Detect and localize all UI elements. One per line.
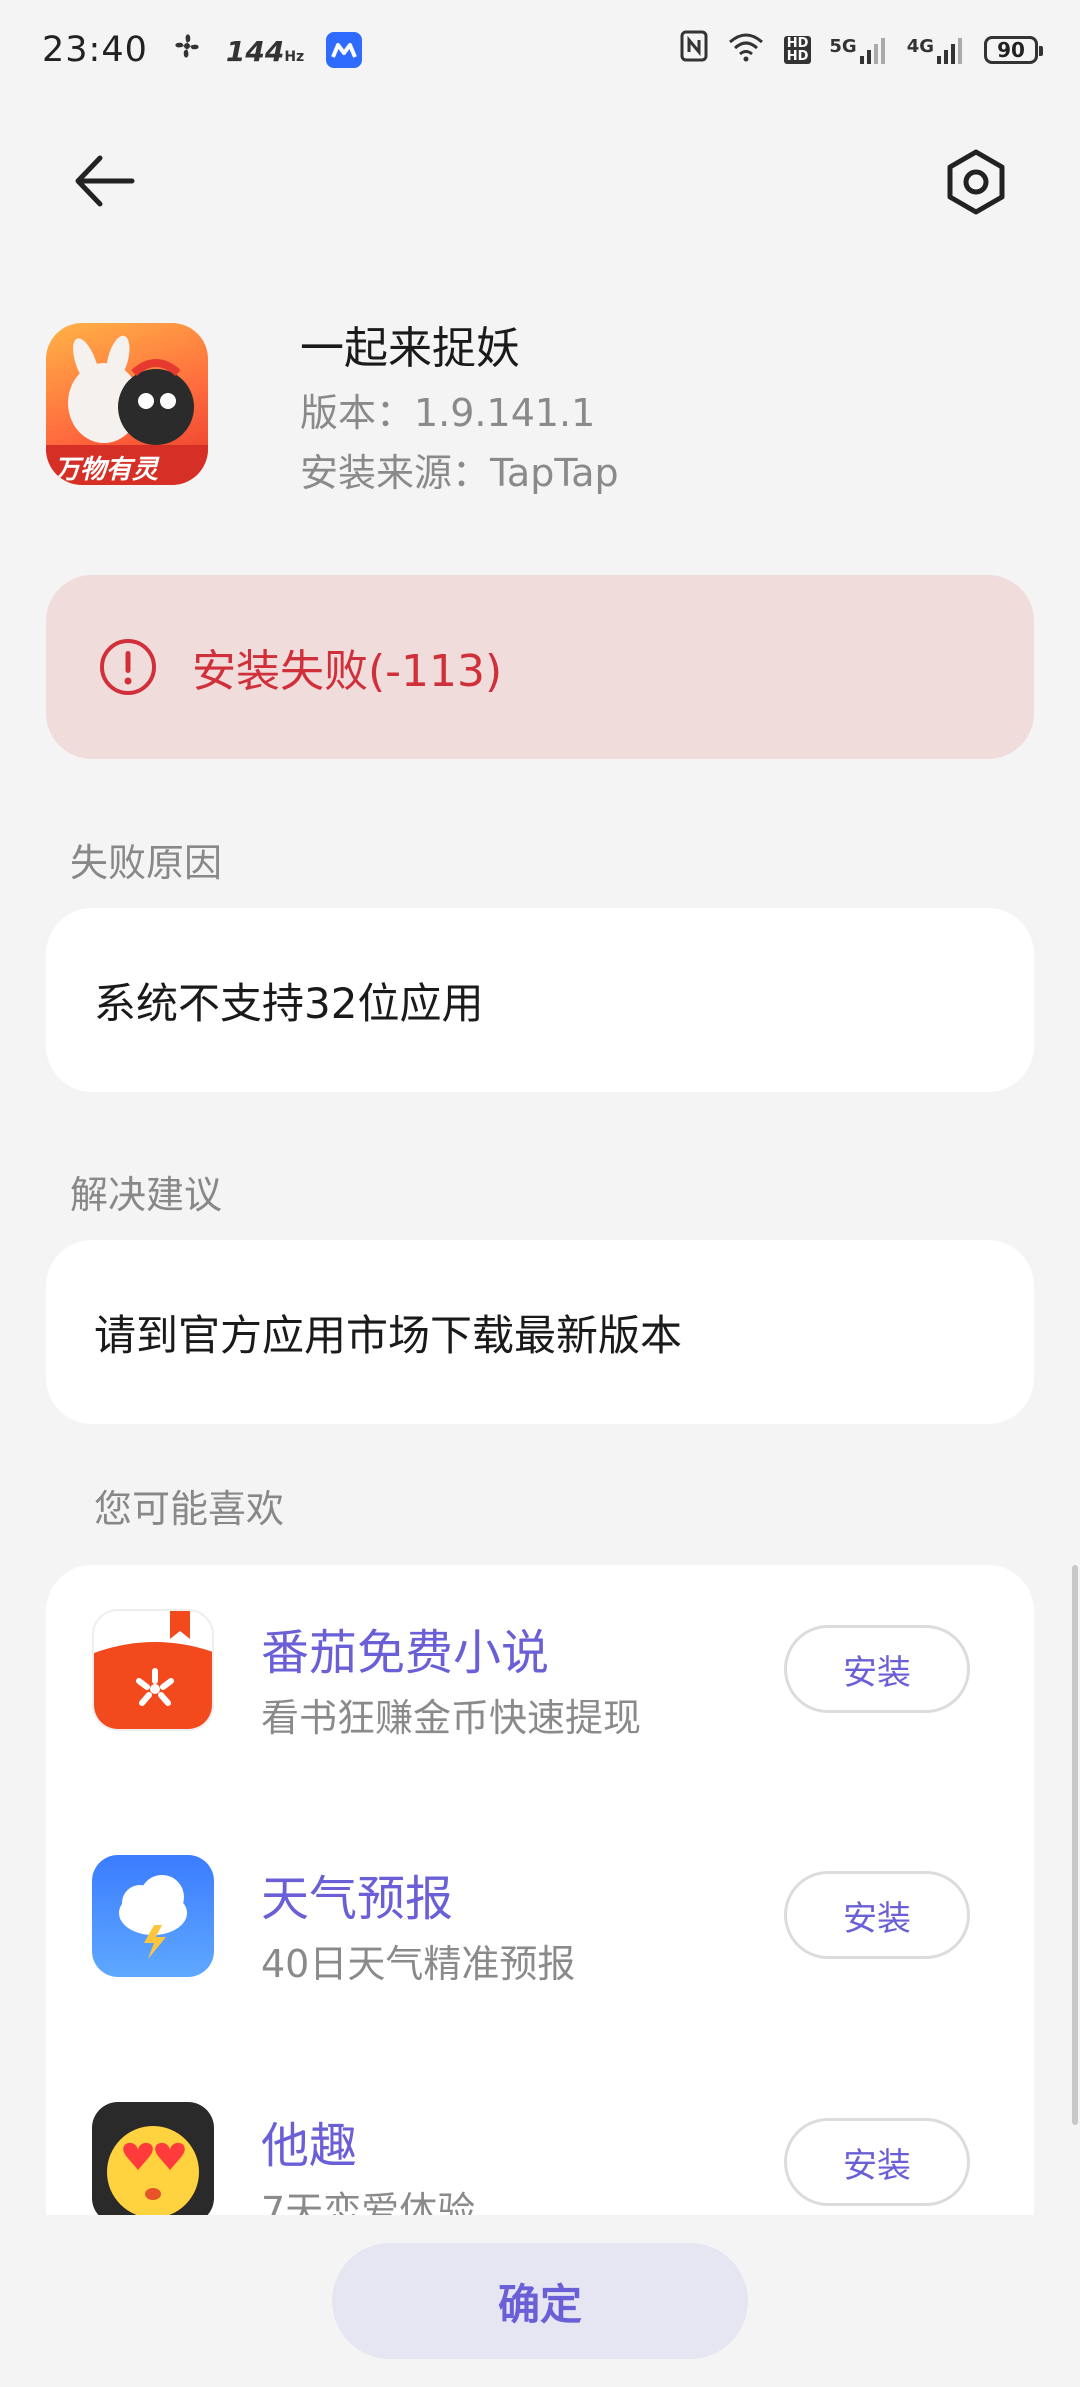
- confirm-button[interactable]: 确定: [332, 2243, 748, 2359]
- app-badge-icon: [326, 32, 363, 68]
- signal-5g-icon: 5G: [829, 36, 888, 64]
- error-message: 安装失败(-113): [192, 646, 503, 697]
- status-time: 23:40: [42, 30, 148, 70]
- list-item[interactable]: 番茄免费小说 看书狂赚金币快速提现 安装: [46, 1609, 1034, 1769]
- hd-icon: HD HD: [783, 36, 812, 64]
- suggestion-text: 请到官方应用市场下载最新版本: [94, 1310, 683, 1360]
- wifi-icon: [726, 30, 766, 71]
- install-button[interactable]: 安装: [784, 1871, 970, 1959]
- install-button[interactable]: 安装: [784, 1625, 970, 1713]
- app-name: 一起来捉妖: [300, 323, 520, 374]
- install-button[interactable]: 安装: [784, 2118, 970, 2206]
- rec-desc: 7天恋爱体验: [261, 2189, 476, 2215]
- fan-icon: [170, 29, 204, 72]
- back-button[interactable]: [70, 150, 142, 212]
- status-bar: 23:40 144Hz HD HD 5G 4G 90: [0, 0, 1080, 100]
- refresh-rate: 144Hz: [225, 35, 305, 68]
- suggestion-card: 请到官方应用市场下载最新版本: [46, 1240, 1034, 1424]
- app-source: 安装来源：TapTap: [300, 451, 619, 495]
- app-version: 版本：1.9.141.1: [300, 391, 596, 435]
- battery-icon: 90: [984, 36, 1043, 64]
- error-banner: 安装失败(-113): [46, 575, 1034, 759]
- scrollbar[interactable]: [1072, 1565, 1078, 2125]
- failure-label: 失败原因: [70, 841, 223, 885]
- tataqu-icon: [92, 2102, 214, 2215]
- rec-title: 天气预报: [261, 1871, 454, 1927]
- rec-desc: 40日天气精准预报: [261, 1942, 576, 1986]
- list-item[interactable]: 天气预报 40日天气精准预报 安装: [46, 1855, 1034, 2015]
- list-item[interactable]: 他趣 7天恋爱体验 安装: [46, 2102, 1034, 2215]
- app-icon-caption: 万物有灵: [54, 455, 159, 485]
- error-icon: [100, 639, 156, 695]
- recommend-list: 番茄免费小说 看书狂赚金币快速提现 安装 天气预报 40日天气精准预报 安装 他…: [46, 1565, 1034, 2215]
- weather-icon: [92, 1855, 214, 1977]
- suggestion-label: 解决建议: [70, 1173, 223, 1217]
- rec-title: 番茄免费小说: [261, 1625, 550, 1681]
- tomato-novel-icon: [92, 1609, 214, 1731]
- settings-button[interactable]: [940, 146, 1012, 218]
- nfc-icon: [680, 30, 708, 71]
- gear-icon: [947, 149, 1005, 215]
- rec-title: 他趣: [261, 2118, 358, 2174]
- failure-text: 系统不支持32位应用: [94, 978, 484, 1028]
- arrow-left-icon: [75, 155, 135, 207]
- signal-4g-icon: 4G: [907, 36, 966, 64]
- rec-desc: 看书狂赚金币快速提现: [261, 1696, 642, 1740]
- app-icon: 万物有灵: [46, 323, 208, 485]
- recommend-label: 您可能喜欢: [94, 1487, 285, 1531]
- failure-card: 系统不支持32位应用: [46, 908, 1034, 1092]
